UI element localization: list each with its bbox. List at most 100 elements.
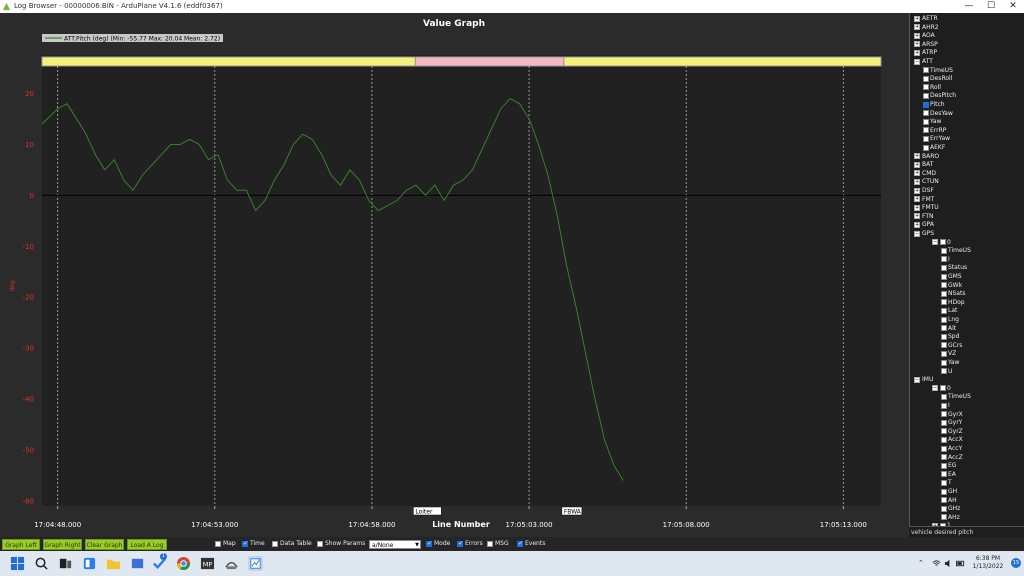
tree-node[interactable]: + ATRP (914, 49, 937, 57)
tree-node[interactable]: ErrYaw (923, 135, 950, 143)
tree-checkbox[interactable] (941, 488, 947, 495)
tree-node[interactable]: −0 (932, 385, 951, 393)
tree-checkbox[interactable] (941, 359, 947, 366)
collapse-icon[interactable]: − (914, 376, 920, 383)
tree-checkbox[interactable] (941, 333, 947, 340)
tree-node[interactable]: − ATT (914, 58, 933, 66)
load-log-button[interactable]: Load A Log (127, 539, 167, 550)
tree-checkbox[interactable] (923, 118, 929, 125)
expand-icon[interactable]: + (914, 187, 920, 194)
wifi-icon[interactable] (932, 559, 941, 568)
tree-node[interactable]: + CTUN (914, 178, 939, 186)
errors-checkbox[interactable]: Errors (457, 540, 483, 548)
close-button[interactable]: ✕ (1002, 0, 1024, 13)
tree-node[interactable]: Lng (941, 316, 959, 324)
tree-node[interactable]: HDop (941, 299, 965, 307)
msg-checkbox-box[interactable] (487, 540, 493, 547)
expand-icon[interactable]: + (914, 221, 920, 228)
tree-checkbox[interactable] (923, 101, 929, 108)
tree-node[interactable]: Yaw (923, 118, 941, 126)
tree-checkbox[interactable] (941, 290, 947, 297)
collapse-icon[interactable]: − (932, 385, 938, 392)
errors-checkbox-box[interactable] (457, 540, 463, 548)
tree-node[interactable]: + FMTU (914, 204, 939, 212)
tree-checkbox[interactable] (941, 419, 947, 426)
expand-icon[interactable]: + (914, 24, 920, 31)
mission-planner-icon[interactable]: MP (200, 556, 215, 571)
tree-node[interactable]: AEKF (923, 144, 945, 152)
tree-node[interactable]: ErrRP (923, 127, 946, 135)
log-browser-taskbar-icon[interactable] (248, 556, 263, 571)
tree-node[interactable]: U (941, 368, 952, 376)
tree-node[interactable]: DesPitch (923, 92, 956, 100)
tree-checkbox[interactable] (941, 471, 947, 478)
tree-node[interactable]: + FMT (914, 196, 934, 204)
network-app-icon[interactable] (224, 556, 239, 571)
tree-checkbox[interactable] (941, 393, 947, 400)
tree-node[interactable]: + DSF (914, 187, 934, 195)
tree-checkbox[interactable] (941, 479, 947, 486)
tree-node[interactable]: GH (941, 488, 957, 496)
tree-checkbox[interactable] (941, 256, 947, 263)
tree-checkbox[interactable] (941, 316, 947, 323)
tree-node[interactable]: I (941, 402, 950, 410)
events-checkbox[interactable]: Events (517, 540, 545, 548)
tree-node[interactable]: GHz (941, 505, 960, 513)
tree-checkbox[interactable] (923, 75, 929, 82)
task-view-icon[interactable] (58, 556, 73, 571)
expand-icon[interactable]: + (914, 41, 920, 48)
tree-node[interactable]: AH (941, 497, 957, 505)
tree-node[interactable]: TimeUS (941, 247, 971, 255)
mode-checkbox[interactable]: Mode (426, 540, 450, 548)
tree-checkbox[interactable] (940, 385, 946, 392)
collapse-icon[interactable]: − (914, 230, 920, 237)
tree-checkbox[interactable] (941, 325, 947, 332)
tree-checkbox[interactable] (923, 84, 929, 91)
expand-icon[interactable]: + (914, 213, 920, 220)
tree-node[interactable]: AccZ (941, 454, 963, 462)
tree-checkbox[interactable] (941, 454, 947, 461)
widgets-icon[interactable] (82, 556, 97, 571)
tree-checkbox[interactable] (941, 299, 947, 306)
expand-icon[interactable]: + (914, 161, 920, 168)
tree-node[interactable]: −0 (932, 239, 951, 247)
tree-checkbox[interactable] (941, 247, 947, 254)
tree-checkbox[interactable] (940, 239, 946, 246)
tree-node[interactable]: I (941, 256, 950, 264)
collapse-icon[interactable]: − (914, 58, 920, 65)
value-graph-chart[interactable]: Value Graph 20 10 0 -10 -20 -30 -40 -50 -60 17:0… (0, 13, 908, 537)
tree-checkbox[interactable] (941, 282, 947, 289)
tree-checkbox[interactable] (941, 264, 947, 271)
tree-checkbox[interactable] (941, 514, 947, 521)
tree-node[interactable]: + AETR (914, 15, 938, 23)
tree-checkbox[interactable] (941, 436, 947, 443)
file-manager-icon[interactable] (130, 556, 145, 571)
tree-checkbox[interactable] (923, 135, 929, 142)
expand-icon[interactable]: + (914, 153, 920, 160)
type-select[interactable]: a/None ▼ (369, 540, 421, 549)
tree-checkbox[interactable] (923, 92, 929, 99)
tree-node[interactable]: Spd (941, 333, 959, 341)
tree-checkbox[interactable] (941, 411, 947, 418)
tree-node[interactable]: − GPS (914, 230, 934, 238)
tree-node[interactable]: AccY (941, 445, 962, 453)
events-checkbox-box[interactable] (517, 540, 523, 548)
tree-checkbox[interactable] (923, 67, 929, 74)
tree-node[interactable]: + BARO (914, 153, 939, 161)
maximize-button[interactable]: ☐ (980, 0, 1002, 13)
graph-right-button[interactable]: Graph Right (43, 539, 82, 550)
msg-checkbox[interactable]: MSG (487, 540, 509, 548)
expand-icon[interactable]: + (914, 196, 920, 203)
tree-checkbox[interactable] (941, 428, 947, 435)
windows-start-icon[interactable] (10, 556, 25, 571)
tree-node[interactable]: + ARSP (914, 41, 938, 49)
tree-node[interactable]: AccX (941, 436, 963, 444)
tree-node[interactable]: Yaw (941, 359, 959, 367)
show-params-checkbox[interactable]: Show Params (317, 540, 365, 548)
expand-icon[interactable]: + (914, 170, 920, 177)
tree-checkbox[interactable] (923, 110, 929, 117)
tree-node[interactable]: + AOA (914, 32, 935, 40)
tree-node[interactable]: Lat (941, 307, 957, 315)
notification-count[interactable]: 15 (1011, 558, 1021, 568)
clear-graph-button[interactable]: Clear Graph (85, 539, 124, 550)
